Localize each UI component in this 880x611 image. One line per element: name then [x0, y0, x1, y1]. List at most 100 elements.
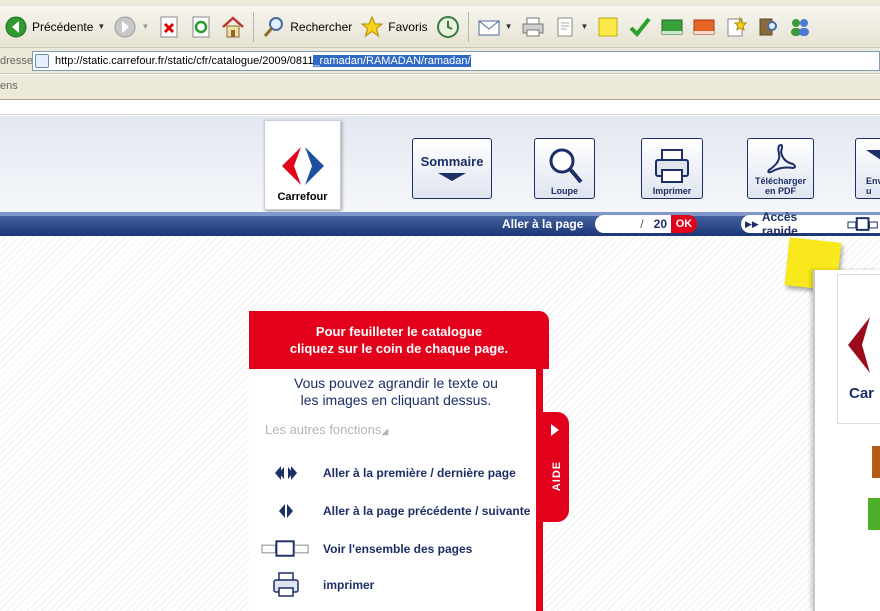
mail-icon: [477, 15, 501, 39]
history-button[interactable]: [432, 10, 464, 44]
green-book-button[interactable]: [656, 10, 688, 44]
address-input[interactable]: http://static.carrefour.fr/static/cfr/ca…: [32, 50, 880, 71]
history-icon: [436, 15, 460, 39]
back-arrow-icon: [4, 15, 28, 39]
check-button[interactable]: [624, 10, 656, 44]
chevron-down-icon[interactable]: ▼: [97, 22, 105, 31]
all-pages-icon: [261, 538, 311, 560]
help-item-first-last: Aller à la première / dernière page: [249, 462, 539, 484]
page-icon: [35, 53, 49, 68]
corner-arrow-icon: ◢: [381, 426, 389, 436]
magnifier-icon: [549, 148, 583, 184]
help-header-line2: cliquez sur le coin de chaque page.: [289, 341, 509, 356]
sommaire-label: Sommaire: [420, 154, 484, 169]
edit-star-icon: [724, 15, 748, 39]
red-book-button[interactable]: [688, 10, 720, 44]
research-button[interactable]: [752, 10, 784, 44]
help-header: Pour feuilleter le catalogue cliquez sur…: [249, 311, 549, 369]
loupe-button[interactable]: Loupe: [534, 138, 595, 199]
fast-forward-icon: ▶▶: [745, 218, 759, 229]
prev-next-page-icon: [261, 500, 311, 522]
goto-total-pages: 20: [653, 217, 667, 231]
green-book-icon: [660, 15, 684, 39]
help-item-label: Voir l'ensemble des pages: [323, 542, 473, 556]
forward-arrow-icon: [113, 15, 137, 39]
printer-icon: [521, 15, 545, 39]
printer-icon: [655, 149, 689, 183]
chevron-down-icon[interactable]: ▼: [141, 22, 149, 31]
star-icon: [360, 15, 384, 39]
page-top-gap: [0, 100, 880, 115]
pdf-icon: [766, 143, 796, 174]
help-panel: Pour feuilleter le catalogue cliquez sur…: [249, 311, 549, 611]
messenger-button[interactable]: [784, 10, 816, 44]
catalog-header: Carrefour Sommaire Loupe Imprimer Téléch…: [0, 116, 880, 212]
goto-slash: /: [640, 217, 644, 231]
red-book-icon: [692, 15, 716, 39]
messenger-icon: [788, 15, 812, 39]
help-item-print: imprimer: [249, 572, 539, 597]
goto-page-label: Aller à la page: [502, 217, 584, 231]
mail-button[interactable]: ▼: [473, 10, 517, 44]
favorites-button[interactable]: Favoris: [356, 10, 431, 44]
home-button[interactable]: [217, 10, 249, 44]
aide-tab-label: AIDE: [551, 460, 563, 492]
help-intro-line2: les images en cliquant dessus.: [300, 392, 492, 408]
preview-headline-letter: L: [868, 438, 880, 489]
sommaire-button[interactable]: Sommaire: [412, 138, 492, 199]
help-item-label: imprimer: [323, 578, 375, 592]
checkmark-icon: [628, 15, 652, 39]
goto-page-input[interactable]: / 20: [595, 215, 671, 233]
help-body: Vous pouvez agrandir le texte ou les ima…: [249, 369, 543, 611]
help-header-line1: Pour feuilleter le catalogue: [315, 324, 483, 339]
note-button[interactable]: [592, 10, 624, 44]
telecharger-label-1: Télécharger: [754, 176, 807, 186]
imprimer-button[interactable]: Imprimer: [641, 138, 703, 199]
imprimer-label: Imprimer: [652, 186, 692, 196]
help-intro-line1: Vous pouvez agrandir le texte ou: [294, 375, 498, 391]
home-icon: [221, 15, 245, 39]
stop-button[interactable]: [153, 10, 185, 44]
refresh-button[interactable]: [185, 10, 217, 44]
help-item-label: Aller à la première / dernière page: [323, 466, 516, 480]
help-item-label: Aller à la page précédente / suivante: [323, 504, 531, 518]
back-label: Précédente: [32, 19, 94, 34]
back-button[interactable]: Précédente ▼: [0, 10, 109, 44]
acces-rapide-button[interactable]: ▶▶ Accès rapide: [741, 210, 880, 238]
envelope-icon: [866, 150, 880, 160]
stop-icon: [157, 15, 181, 39]
toolbar-separator: [467, 11, 469, 42]
search-label: Rechercher: [290, 19, 353, 34]
envoyer-button[interactable]: Env u: [855, 138, 880, 199]
first-last-page-icon: [261, 462, 311, 484]
search-button[interactable]: Rechercher: [258, 10, 356, 44]
arrow-right-icon: [551, 424, 559, 436]
carrefour-logo-icon: [281, 147, 324, 185]
favorites-label: Favoris: [388, 19, 428, 34]
help-item-all-pages: Voir l'ensemble des pages: [249, 538, 539, 560]
goto-ok-button[interactable]: OK: [671, 215, 697, 233]
links-label[interactable]: ens: [0, 80, 18, 92]
carrefour-logo[interactable]: Carrefour: [264, 120, 341, 210]
telecharger-pdf-button[interactable]: Télécharger en PDF: [747, 138, 814, 199]
edit-button[interactable]: ▼: [549, 10, 593, 44]
loupe-label: Loupe: [551, 186, 578, 196]
catalog-page-preview[interactable]: Car L: [813, 270, 880, 611]
sticky-note-icon: [596, 15, 620, 39]
url-selected-text: _ramadan/RAMADAN/ramadan/: [313, 54, 471, 67]
print-button[interactable]: [517, 10, 549, 44]
acces-rapide-label: Accès rapide: [761, 210, 798, 238]
forward-button[interactable]: ▼: [109, 10, 153, 44]
chevron-down-icon[interactable]: ▼: [581, 22, 589, 31]
refresh-icon: [189, 15, 213, 39]
envoyer-label-2: u: [866, 186, 872, 196]
url-text: http://static.carrefour.fr/static/cfr/ca…: [55, 54, 314, 67]
chevron-down-icon[interactable]: ▼: [505, 22, 513, 31]
research-icon: [756, 15, 780, 39]
envoyer-label-1: Env: [866, 176, 880, 186]
help-intro: Vous pouvez agrandir le texte ou les ima…: [249, 375, 543, 409]
help-item-prev-next: Aller à la page précédente / suivante: [249, 500, 539, 522]
aide-tab[interactable]: AIDE: [543, 412, 569, 522]
preview-brand-word: Car: [849, 385, 875, 402]
edit-star-button[interactable]: [720, 10, 752, 44]
